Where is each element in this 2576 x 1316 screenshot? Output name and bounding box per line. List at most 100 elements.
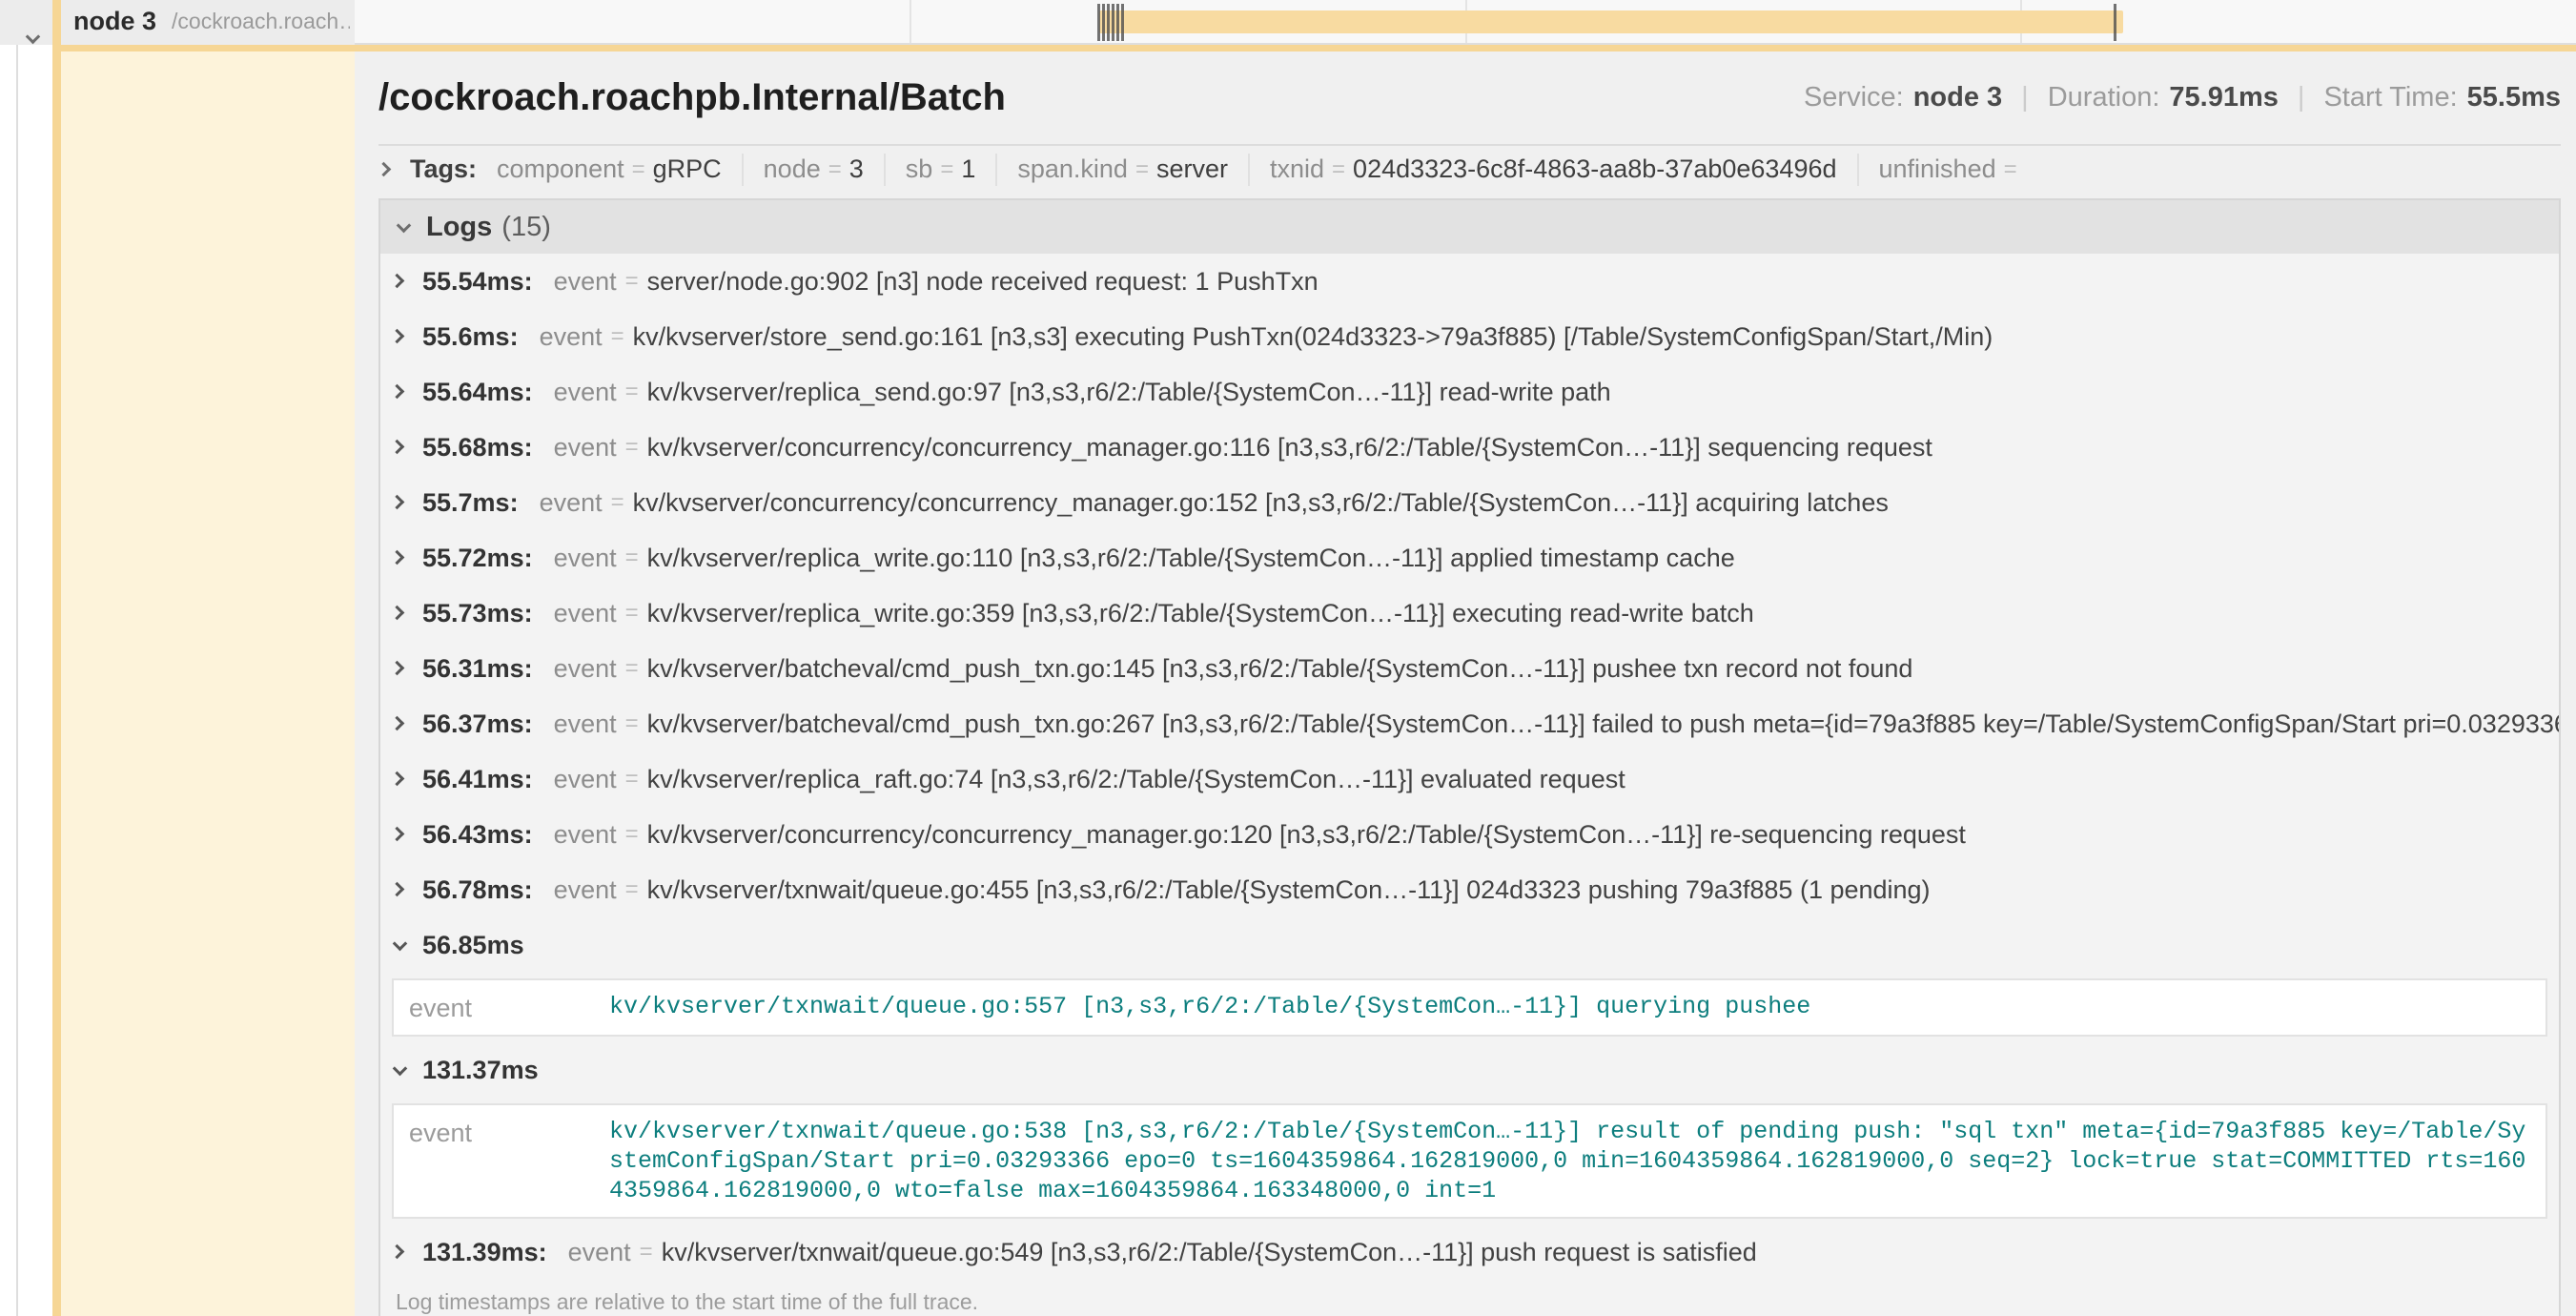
equals-sign: =	[1135, 156, 1149, 183]
log-value: kv/kvserver/replica_write.go:110 [n3,s3,…	[647, 544, 1735, 573]
log-value: kv/kvserver/batcheval/cmd_push_txn.go:14…	[647, 654, 1913, 684]
log-field-key: event	[409, 992, 609, 1023]
log-timestamp: 55.7ms:	[422, 488, 519, 518]
equals-sign: =	[625, 379, 639, 405]
logs-accordion: Logs (15) 55.54ms: event = server/node.g…	[378, 198, 2561, 1316]
log-row[interactable]: 56.37ms: event = kv/kvserver/batcheval/c…	[380, 696, 2559, 751]
log-row[interactable]: 131.39ms: event = kv/kvserver/txnwait/qu…	[380, 1224, 2559, 1280]
log-row[interactable]: 55.7ms: event = kv/kvserver/concurrency/…	[380, 475, 2559, 530]
equals-sign: =	[625, 600, 639, 627]
service-value: node 3	[1913, 82, 2002, 113]
duration-value: 75.91ms	[2169, 82, 2279, 113]
log-key: event	[554, 433, 617, 463]
log-entry-expanded: 131.37ms event kv/kvserver/txnwait/queue…	[380, 1042, 2559, 1219]
logs-accordion-header[interactable]: Logs (15)	[380, 200, 2559, 254]
log-row-expanded-header[interactable]: 131.37ms	[380, 1042, 2559, 1098]
log-row[interactable]: 55.64ms: event = kv/kvserver/replica_sen…	[380, 364, 2559, 420]
tags-label: Tags:	[410, 154, 477, 184]
log-value: kv/kvserver/batcheval/cmd_push_txn.go:26…	[647, 709, 2559, 739]
log-key: event	[554, 378, 617, 407]
span-detail-meta: Service: node 3 | Duration: 75.91ms | St…	[1804, 82, 2561, 113]
span-detail-header: /cockroach.roachpb.Internal/Batch Servic…	[378, 51, 2561, 146]
log-row[interactable]: 55.72ms: event = kv/kvserver/replica_wri…	[380, 530, 2559, 586]
log-row[interactable]: 55.6ms: event = kv/kvserver/store_send.g…	[380, 309, 2559, 364]
tag-value: 3	[849, 154, 864, 184]
tag-item: unfinished =	[1857, 154, 2045, 186]
tag-key: sb	[906, 154, 933, 184]
log-value: kv/kvserver/concurrency/concurrency_mana…	[647, 820, 1966, 850]
log-key: event	[554, 820, 617, 850]
chevron-down-icon	[392, 936, 409, 954]
equals-sign: =	[625, 434, 639, 461]
equals-sign: =	[625, 766, 639, 792]
span-detail-title: /cockroach.roachpb.Internal/Batch	[378, 76, 1006, 119]
chevron-right-icon	[392, 328, 409, 345]
logs-footer-note: Log timestamps are relative to the start…	[380, 1280, 2559, 1316]
chevron-right-icon	[392, 881, 409, 898]
log-timestamp: 56.78ms:	[422, 875, 533, 905]
timeline-row: 75.91ms	[355, 0, 2576, 43]
log-timestamp: 55.64ms:	[422, 378, 533, 407]
log-field-value: kv/kvserver/txnwait/queue.go:538 [n3,s3,…	[609, 1117, 2530, 1205]
equals-sign: =	[625, 545, 639, 571]
log-marker-tick	[1102, 4, 1105, 41]
chevron-down-icon	[392, 1061, 409, 1079]
tag-key: node	[764, 154, 821, 184]
span-column-tint	[61, 51, 355, 1316]
equals-sign: =	[611, 323, 624, 350]
equals-sign: =	[625, 821, 639, 848]
log-fields-table: event kv/kvserver/txnwait/queue.go:557 […	[392, 978, 2547, 1037]
service-color-stripe	[52, 0, 61, 1316]
log-marker-tick	[1112, 4, 1114, 41]
log-value: kv/kvserver/txnwait/queue.go:455 [n3,s3,…	[647, 875, 1931, 905]
equals-sign: =	[632, 156, 645, 183]
log-row[interactable]: 55.54ms: event = server/node.go:902 [n3]…	[380, 254, 2559, 309]
log-timestamp: 56.85ms	[422, 931, 524, 960]
log-row[interactable]: 56.31ms: event = kv/kvserver/batcheval/c…	[380, 641, 2559, 696]
collapse-span-chevron-down-icon[interactable]	[25, 30, 42, 47]
log-timestamp: 55.6ms:	[422, 322, 519, 352]
start-time-value: 55.5ms	[2467, 82, 2561, 113]
chevron-right-icon	[392, 605, 409, 622]
log-row[interactable]: 55.73ms: event = kv/kvserver/replica_wri…	[380, 586, 2559, 641]
equals-sign: =	[625, 268, 639, 295]
log-timestamp: 55.68ms:	[422, 433, 533, 463]
tag-key: component	[497, 154, 624, 184]
duration-label: Duration:	[2048, 82, 2160, 113]
log-marker-tick	[1097, 4, 1100, 41]
log-row[interactable]: 56.78ms: event = kv/kvserver/txnwait/que…	[380, 862, 2559, 917]
equals-sign: =	[2004, 156, 2017, 183]
log-key: event	[540, 488, 603, 518]
equals-sign: =	[1332, 156, 1345, 183]
span-row: node 3 /cockroach.roach… 75.91ms	[0, 0, 2576, 45]
log-value: kv/kvserver/store_send.go:161 [n3,s3] ex…	[633, 322, 1993, 352]
log-row[interactable]: 55.68ms: event = kv/kvserver/concurrency…	[380, 420, 2559, 475]
log-field-key: event	[409, 1117, 609, 1205]
chevron-right-icon	[392, 660, 409, 677]
log-row[interactable]: 56.43ms: event = kv/kvserver/concurrency…	[380, 807, 2559, 862]
log-row[interactable]: 56.41ms: event = kv/kvserver/replica_raf…	[380, 751, 2559, 807]
tag-value: 1	[961, 154, 975, 184]
log-timestamp: 56.31ms:	[422, 654, 533, 684]
log-key: event	[554, 267, 617, 297]
tags-accordion-header[interactable]: Tags: component = gRPC node = 3 sb = 1 s…	[378, 146, 2561, 193]
log-timestamp: 131.37ms	[422, 1056, 539, 1085]
meta-separator: |	[2021, 82, 2029, 113]
log-marker-tick	[1107, 4, 1110, 41]
log-value: kv/kvserver/txnwait/queue.go:549 [n3,s3,…	[662, 1238, 1757, 1267]
meta-separator: |	[2298, 82, 2305, 113]
log-timestamp: 56.41ms:	[422, 765, 533, 794]
log-value: kv/kvserver/replica_write.go:359 [n3,s3,…	[647, 599, 1754, 628]
chevron-right-icon	[392, 771, 409, 788]
log-key: event	[554, 654, 617, 684]
equals-sign: =	[611, 489, 624, 516]
span-service-name: node 3	[73, 7, 156, 36]
log-timestamp: 131.39ms:	[422, 1238, 547, 1267]
span-duration-bar[interactable]	[1099, 10, 2123, 33]
log-row-expanded-header[interactable]: 56.85ms	[380, 917, 2559, 973]
tag-value: 024d3323-6c8f-4863-aa8b-37ab0e63496d	[1353, 154, 1836, 184]
equals-sign: =	[640, 1239, 653, 1265]
span-detail-panel: /cockroach.roachpb.Internal/Batch Servic…	[355, 51, 2576, 1316]
log-fields-table: event kv/kvserver/txnwait/queue.go:538 […	[392, 1103, 2547, 1219]
log-timestamp: 55.73ms:	[422, 599, 533, 628]
